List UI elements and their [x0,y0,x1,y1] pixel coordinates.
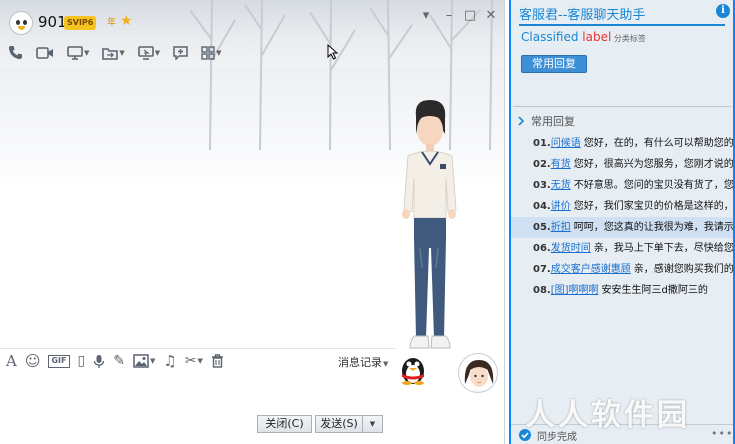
title-divider [519,24,725,26]
mouse-cursor-icon [327,44,339,60]
reply-section-header[interactable]: 常用回复 [517,113,575,129]
reply-keyword-link[interactable]: 无货 [551,180,571,191]
music-icon[interactable]: ♫ [163,352,176,370]
qq-penguin-icon[interactable] [398,352,428,386]
reply-text: 亲，我马上下单下去，尽快给您 [593,243,733,254]
reply-text: 亲，感谢您购买我们的 [633,264,733,275]
file-transfer-icon[interactable]: ▼ [102,46,125,60]
reply-item[interactable]: 08.[图]啊啊啊 安安生生阿三d撒阿三的 [511,280,733,301]
shake-icon[interactable]: ▯ [78,353,86,369]
screen-share-icon[interactable]: ▼ [67,45,89,60]
font-icon[interactable]: A [6,352,17,370]
chat-bubble-icon[interactable] [173,45,188,60]
reply-item[interactable]: 03.无货 不好意思。您问的宝贝没有货了，您 [511,175,733,196]
apps-grid-icon[interactable]: ▼ [201,45,222,60]
reply-keyword-link[interactable]: [图]啊啊啊 [551,285,599,296]
reply-keyword-link[interactable]: 有货 [551,159,571,170]
subtitle-label: label [582,30,612,44]
emoji-icon[interactable]: ☺ [25,352,41,370]
reply-number: 08. [533,285,551,296]
gif-icon[interactable]: GIF [48,354,70,368]
input-splitter[interactable] [0,348,395,349]
reply-keyword-link[interactable]: 讲价 [551,201,571,212]
reply-keyword-link[interactable]: 折扣 [551,222,571,233]
trash-icon[interactable] [211,354,224,368]
section-divider [513,106,731,107]
reply-item[interactable]: 06.发货时间 亲，我马上下单下去，尽快给您 [511,238,733,259]
reply-number: 06. [533,243,551,254]
send-button[interactable]: 发送(S) [315,415,362,433]
microphone-icon[interactable] [93,354,105,369]
contact-name[interactable]: 901 [38,13,67,31]
star-icon[interactable]: ★ [120,13,133,29]
video-icon[interactable] [36,46,54,60]
reply-item[interactable]: 07.成交客户感谢惠顾 亲，感谢您购买我们的 [511,259,733,280]
chevron-down-icon[interactable]: ▾ [418,8,434,24]
reply-text: 您好，很高兴为您服务，您刚才说的 [573,159,733,170]
reply-number: 07. [533,264,551,275]
reply-keyword-link[interactable]: 成交客户感谢惠顾 [551,264,631,275]
quick-reply-button[interactable]: 常用回复 [521,55,587,73]
reply-number: 03. [533,180,551,191]
subtitle-classified: Classified [521,30,583,44]
year-vip-tag: 年 [107,18,117,28]
reply-number: 02. [533,159,551,170]
info-icon[interactable]: i [716,4,730,18]
message-history-button[interactable]: 消息记录▼ [338,354,388,370]
more-options-icon[interactable]: ••• [711,427,733,440]
message-history-label: 消息记录 [338,356,382,369]
reply-number: 01. [533,138,551,149]
user-avatar[interactable] [458,353,498,393]
panel-title: 客服君--客服聊天助手 [519,8,646,23]
reply-keyword-link[interactable]: 发货时间 [551,243,591,254]
pen-icon[interactable]: ✎ [113,353,125,369]
reply-item[interactable]: 01.问候语 您好，在的，有什么可以帮助您的 [511,133,733,154]
scissors-glyph: ✂ [184,353,197,369]
close-window-button[interactable]: ✕ [483,8,499,24]
reply-item[interactable]: 04.讲价 您好，我们家宝贝的价格是这样的， [511,196,733,217]
vip-badge[interactable]: SVIP6 [64,16,97,30]
chevron-right-icon[interactable] [517,116,525,126]
reply-text: 您好，在的，有什么可以帮助您的 [583,138,733,149]
qq-show-figure[interactable] [400,98,460,360]
subtitle-chinese: 分类标签 [611,34,646,43]
reply-item-selected[interactable]: 05.折扣 呵呵，您这真的让我很为难，我请示 [511,217,733,238]
image-icon[interactable]: ▼ [133,354,155,368]
message-history-area[interactable] [0,69,395,349]
reply-item[interactable]: 02.有货 您好，很高兴为您服务，您刚才说的 [511,154,733,175]
maximize-button[interactable]: □ [462,8,478,24]
reply-text: 安安生生阿三d撒阿三的 [601,285,708,296]
reply-text: 您好，我们家宝贝的价格是这样的， [573,201,733,212]
panel-subtitle: Classified label 分类标签 [521,30,646,44]
message-input-area[interactable] [0,372,395,412]
site-watermark: 人人软件园 [525,398,690,433]
reply-text: 不好意思。您问的宝贝没有货了，您 [573,180,733,191]
remote-desktop-icon[interactable]: ▼ [137,45,160,60]
close-button[interactable]: 关闭(C) [257,415,312,433]
minimize-button[interactable]: – [441,8,457,24]
chat-toolbar-top: ▼ ▼ ▼ ▼ [8,45,222,60]
chat-toolbar-bottom: A ☺ GIF ▯ ✎ ▼ ♫ ✂ ▼ [6,352,224,370]
reply-number: 04. [533,201,551,212]
reply-keyword-link[interactable]: 问候语 [551,138,581,149]
chat-window: 901 SVIP6 年 ★ ▾ – □ ✕ ▼ ▼ ▼ ▼ A ☺ GIF ▯ … [0,0,505,444]
assistant-panel: 客服君--客服聊天助手 i Classified label 分类标签 常用回复… [509,0,735,444]
reply-number: 05. [533,222,551,233]
reply-section-title: 常用回复 [531,115,575,128]
send-options-dropdown[interactable]: ▼ [362,415,383,433]
scissors-icon[interactable]: ✂ ▼ [185,353,203,369]
reply-text: 呵呵，您这真的让我很为难，我请示 [573,222,733,233]
reply-list: 01.问候语 您好，在的，有什么可以帮助您的 02.有货 您好，很高兴为您服务，您刚… [511,133,733,301]
phone-icon[interactable] [8,45,23,60]
contact-avatar[interactable] [9,11,33,35]
